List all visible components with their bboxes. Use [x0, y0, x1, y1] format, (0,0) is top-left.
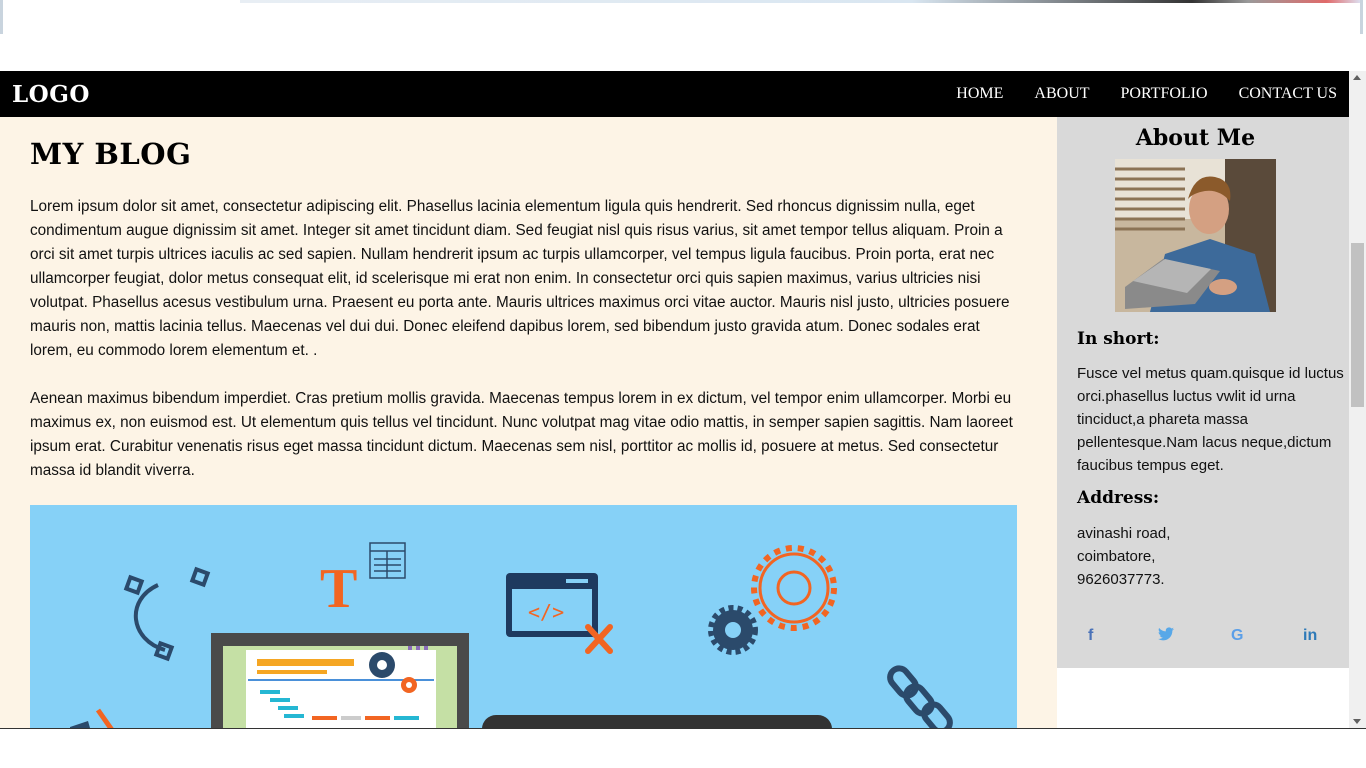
about-title: About Me	[1135, 125, 1256, 151]
nav-portfolio[interactable]: PORTFOLIO	[1121, 85, 1208, 103]
top-strip-line	[240, 0, 1360, 3]
linkedin-icon[interactable]: in	[1303, 627, 1317, 645]
top-strip-edge-left	[0, 0, 3, 34]
gear-small-icon	[708, 605, 758, 655]
scroll-up-icon[interactable]	[1353, 75, 1361, 80]
scroll-down-icon[interactable]	[1353, 719, 1361, 724]
wrench-icon	[585, 624, 613, 654]
blog-main: MY BLOG Lorem ipsum dolor sit amet, cons…	[0, 117, 1057, 728]
nav-home[interactable]: HOME	[956, 85, 1003, 103]
avatar-photo	[1115, 159, 1276, 312]
scrollbar-thumb[interactable]	[1351, 243, 1364, 407]
pencil-icon	[95, 708, 114, 728]
address-line-1: avinashi road,	[1077, 525, 1171, 542]
top-strip-edge-right	[1360, 0, 1363, 34]
avatar	[1115, 159, 1276, 312]
laptop-icon	[211, 633, 469, 728]
twitter-icon[interactable]	[1158, 627, 1174, 646]
logo[interactable]: LOGO	[12, 81, 90, 108]
device-bar	[482, 715, 832, 728]
hero-illustration-svg: T </>	[70, 542, 953, 728]
bottom-overlay-bar	[0, 728, 1366, 768]
google-icon[interactable]: G	[1231, 627, 1243, 645]
code-symbol: </>	[528, 600, 564, 624]
blog-paragraph-2: Aenean maximus bibendum imperdiet. Cras …	[30, 390, 1013, 479]
in-short-text: Fusce vel metus quam.quisque id luctus o…	[1077, 365, 1344, 474]
browser-top-strip	[0, 0, 1366, 71]
address-phone: 9626037773.	[1077, 571, 1165, 588]
pencil-base-icon	[70, 721, 90, 728]
sidebar-about: About Me In short: Fusce vel metus quam.…	[1057, 117, 1349, 668]
document-icon	[369, 542, 406, 579]
text-tool-letter: T	[320, 558, 357, 620]
bezier-curve-icon	[123, 566, 211, 662]
facebook-icon[interactable]: f	[1088, 627, 1093, 645]
navbar: LOGO HOME ABOUT PORTFOLIO CONTACT US	[0, 71, 1349, 117]
nav-menu: HOME ABOUT PORTFOLIO CONTACT US	[925, 85, 1337, 103]
address-heading: Address:	[1077, 488, 1160, 508]
address-line-2: coimbatore,	[1077, 548, 1156, 565]
page-scrollbar[interactable]	[1349, 71, 1366, 728]
page-title: MY BLOG	[30, 137, 192, 171]
code-window-icon: </>	[506, 573, 598, 637]
chain-link-icon	[887, 665, 953, 728]
address-block: avinashi road, coimbatore, 9626037773.	[1077, 522, 1347, 591]
hero-illustration: T </>	[30, 505, 1017, 728]
twitter-bird-icon	[1158, 627, 1174, 641]
nav-about[interactable]: ABOUT	[1034, 85, 1089, 103]
in-short-heading: In short:	[1077, 329, 1160, 349]
nav-contact-us[interactable]: CONTACT US	[1239, 85, 1337, 103]
gear-large-icon	[751, 545, 837, 631]
blog-paragraph-1: Lorem ipsum dolor sit amet, consectetur …	[30, 198, 1010, 359]
